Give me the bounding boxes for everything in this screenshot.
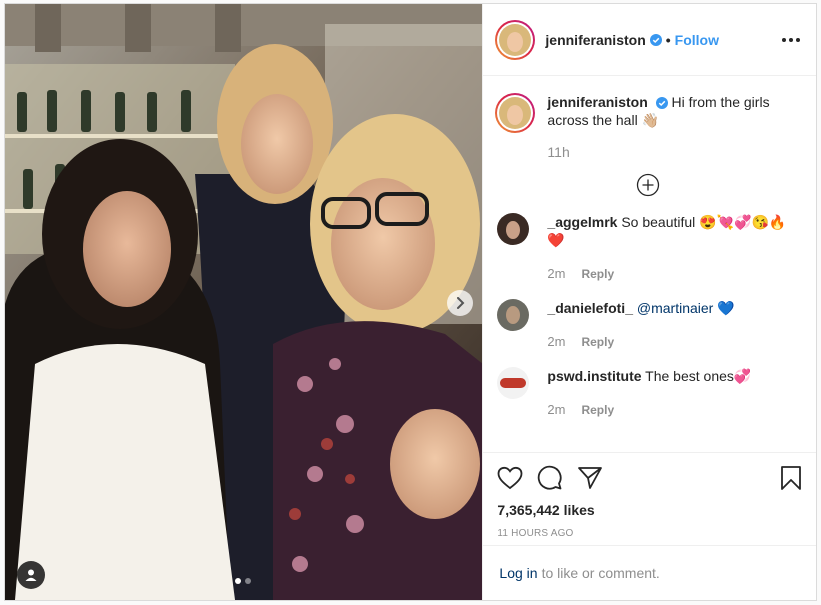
comments-list[interactable]: jenniferaniston Hi from the girls across… [483, 77, 816, 452]
post-timestamp[interactable]: 11 HOURS AGO [497, 528, 802, 539]
comment-username[interactable]: pswd.institute [547, 368, 641, 384]
verified-badge-icon [649, 33, 662, 46]
post-photo [5, 4, 483, 600]
caption-username[interactable]: jenniferaniston [547, 94, 647, 110]
share-icon [578, 467, 603, 489]
caption-age: 11h [547, 144, 570, 160]
share-button[interactable] [577, 466, 603, 490]
user-tag-button[interactable] [17, 561, 45, 589]
carousel-dot-1 [235, 578, 241, 584]
carousel-next-button[interactable] [447, 290, 473, 316]
carousel-next-icon [457, 297, 465, 309]
load-more-comments-button[interactable] [495, 173, 800, 197]
comment-age[interactable]: 2m [547, 401, 565, 419]
likes-count[interactable]: 7,365,442 likes [497, 502, 802, 518]
author-avatar[interactable] [495, 19, 536, 60]
comment-username[interactable]: _danielefoti_ [547, 300, 633, 316]
caption-author-avatar[interactable] [495, 93, 536, 133]
carousel-indicator [235, 578, 251, 584]
more-options-button[interactable] [782, 37, 800, 42]
comment-text: The best ones💞 [645, 368, 752, 384]
post-caption: jenniferaniston Hi from the girls across… [495, 93, 800, 161]
post-media[interactable] [5, 4, 483, 600]
comment-text: 💙 [713, 300, 735, 316]
load-more-comments-icon [636, 173, 659, 197]
comment-button[interactable] [537, 465, 563, 491]
post-card: jenniferaniston • Follow jenniferaniston… [4, 3, 817, 601]
login-prompt-text: to like or comment. [541, 565, 660, 581]
comment-age[interactable]: 2m [547, 333, 565, 351]
commenter-avatar[interactable] [497, 213, 530, 245]
verified-badge-icon [655, 97, 668, 109]
comment-item: pswd.institute The best ones💞 2m Reply [495, 367, 800, 419]
login-prompt: Log in to like or comment. [483, 545, 816, 600]
user-tag-icon [25, 569, 37, 581]
comment-item: _aggelmrk So beautiful 😍💘💞😘🔥❤️ 2m Reply [495, 213, 800, 283]
more-options-icon [782, 37, 786, 42]
comment-icon [538, 465, 562, 490]
post-actions: 7,365,442 likes 11 HOURS AGO [483, 452, 816, 539]
post-header: jenniferaniston • Follow [483, 4, 816, 76]
follow-button[interactable]: Follow [675, 32, 719, 48]
header-separator: • [665, 31, 671, 48]
author-username[interactable]: jenniferaniston [545, 32, 645, 48]
commenter-avatar[interactable] [497, 299, 530, 331]
commenter-avatar[interactable] [497, 367, 530, 399]
post-side-panel: jenniferaniston • Follow jenniferaniston… [482, 4, 816, 600]
save-button[interactable] [780, 465, 802, 491]
login-link[interactable]: Log in [499, 565, 537, 581]
like-button[interactable] [497, 466, 523, 490]
comment-mention-link[interactable]: @martinaier [637, 300, 713, 316]
bookmark-icon [781, 466, 801, 490]
carousel-dot-2 [245, 578, 251, 584]
comment-age[interactable]: 2m [547, 265, 565, 283]
comment-username[interactable]: _aggelmrk [547, 214, 617, 230]
reply-button[interactable]: Reply [581, 333, 614, 351]
heart-icon [498, 466, 523, 490]
reply-button[interactable]: Reply [581, 265, 614, 283]
reply-button[interactable]: Reply [581, 401, 614, 419]
comment-item: _danielefoti_ @martinaier 💙 2m Reply [495, 299, 800, 351]
